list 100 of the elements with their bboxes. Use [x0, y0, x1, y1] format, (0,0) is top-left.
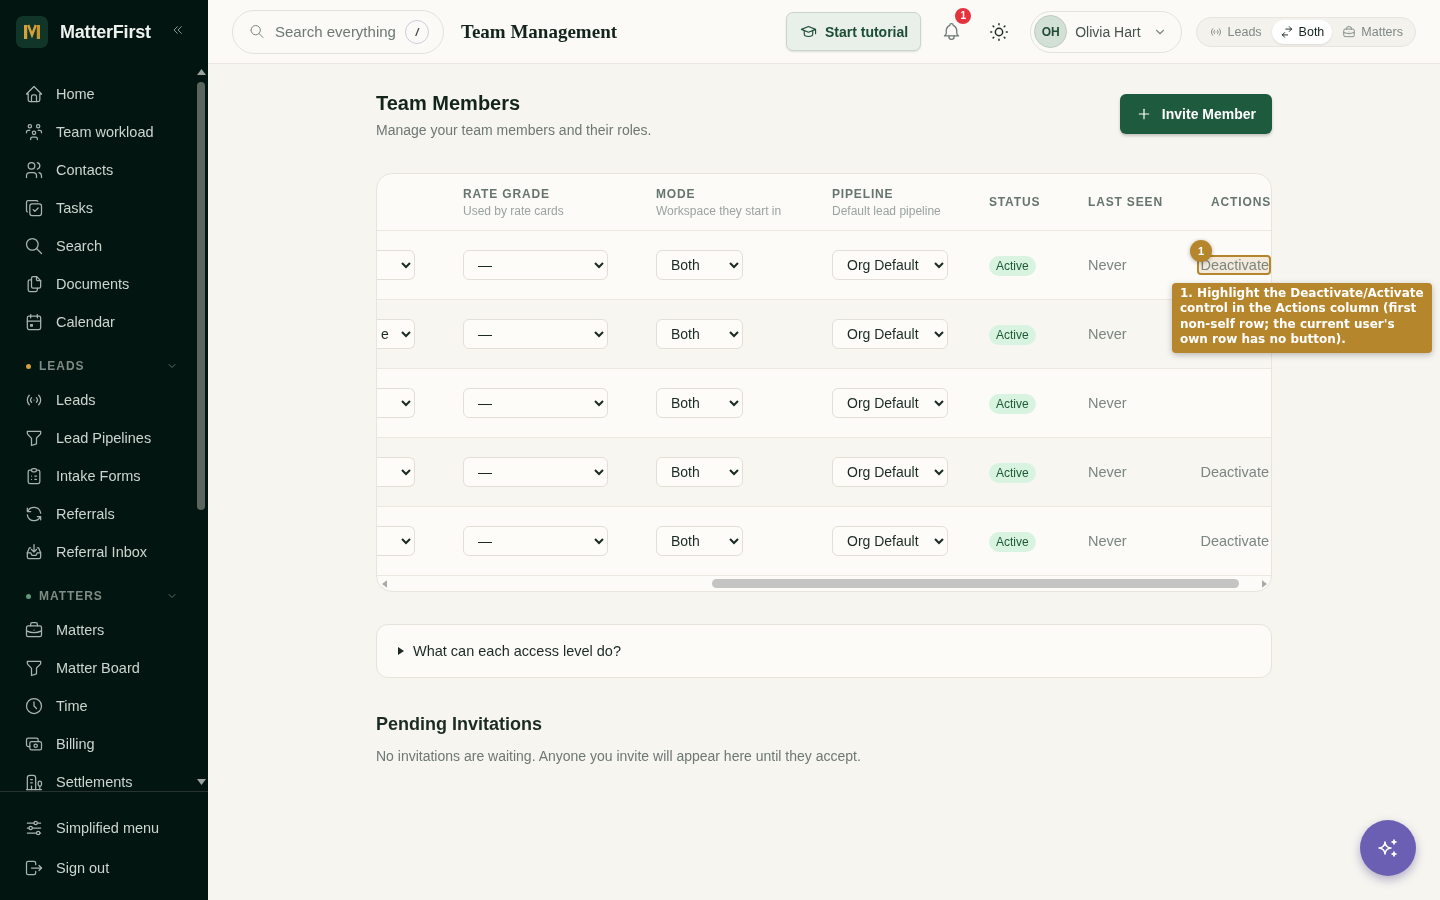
- pipeline-select[interactable]: Org Default: [832, 457, 948, 487]
- scroll-down-icon[interactable]: [196, 779, 206, 785]
- column-header: MODE: [656, 186, 696, 201]
- sidebar-link[interactable]: Referrals: [16, 495, 186, 533]
- rate-grade-select[interactable]: —: [463, 457, 608, 487]
- sun-icon[interactable]: [988, 20, 1011, 43]
- graduation-cap-icon: [799, 23, 817, 40]
- scroll-left-icon[interactable]: [382, 579, 387, 588]
- sidebar-link[interactable]: Matter Board: [16, 649, 186, 687]
- sidebar-link[interactable]: Tasks: [16, 189, 186, 227]
- sidebar-link[interactable]: Time: [16, 687, 186, 725]
- sidebar-link[interactable]: Matters: [16, 611, 186, 649]
- assistant-button[interactable]: [1360, 820, 1416, 876]
- column-header: LAST SEEN: [1088, 195, 1163, 209]
- pipeline-select[interactable]: Org Default: [832, 250, 948, 280]
- sidebar-link[interactable]: Billing: [16, 725, 186, 763]
- pipeline-select[interactable]: Org Default: [832, 319, 948, 349]
- deactivate-link[interactable]: Deactivate: [1197, 462, 1271, 482]
- search-icon: [249, 23, 265, 40]
- people-group-icon: [24, 122, 44, 142]
- last-seen-text: Never: [1088, 464, 1128, 480]
- sidebar-link[interactable]: Leads: [16, 381, 186, 419]
- swap-arrows-icon: [1279, 24, 1294, 39]
- search-input[interactable]: Search everything: [275, 23, 395, 40]
- section-title: Pending Invitations: [376, 713, 543, 735]
- sparkles-icon: [1376, 836, 1400, 860]
- mode-select[interactable]: Both: [656, 250, 743, 280]
- empty-state-text: No invitations are waiting. Anyone you invite will appear here until they accept.: [376, 747, 862, 766]
- page-title: Team Management: [461, 20, 618, 43]
- mode-tab[interactable]: Both: [1271, 19, 1333, 44]
- sidebar-link[interactable]: Referral Inbox: [16, 533, 186, 571]
- tutorial-tooltip: 1. Highlight the Deactivate/Activate control in the Actions column (first non-self row; the current user's own row has no button).: [1172, 283, 1432, 353]
- section-toggle[interactable]: LEADS: [22, 341, 182, 381]
- pipeline-select[interactable]: Org Default: [832, 526, 948, 556]
- funnel-icon: [24, 428, 44, 448]
- refresh-icon: [24, 504, 44, 524]
- column-subtitle: Workspace they start in: [656, 203, 782, 218]
- funnel-icon: [24, 658, 44, 678]
- start-tutorial-button[interactable]: Start tutorial: [785, 12, 922, 51]
- select-field[interactable]: [377, 250, 415, 280]
- logo-icon: [16, 16, 48, 48]
- sidebar-link[interactable]: Home: [16, 75, 186, 113]
- mode-select[interactable]: Both: [656, 319, 743, 349]
- column-header: ACTIONS: [1211, 195, 1271, 209]
- sidebar-link[interactable]: Team workload: [16, 113, 186, 151]
- sidebar-link[interactable]: Simplified menu: [16, 808, 200, 848]
- pipeline-select[interactable]: Org Default: [832, 388, 948, 418]
- sliders-icon: [24, 818, 44, 838]
- mode-select[interactable]: Both: [656, 457, 743, 487]
- scroll-up-icon[interactable]: [196, 69, 206, 75]
- rate-grade-select[interactable]: —: [463, 319, 608, 349]
- column-subtitle: Default lead pipeline: [832, 203, 941, 218]
- access-levels-toggle[interactable]: What can each access level do?: [376, 624, 1272, 678]
- section-toggle[interactable]: MATTERS: [22, 571, 182, 611]
- rate-grade-select[interactable]: —: [463, 388, 608, 418]
- status-pill: Active: [989, 325, 1036, 345]
- last-seen-text: Never: [1088, 257, 1128, 273]
- mode-select[interactable]: Both: [656, 526, 743, 556]
- sidebar-link[interactable]: Intake Forms: [16, 457, 186, 495]
- last-seen-text: Never: [1088, 395, 1128, 411]
- select-field[interactable]: [377, 526, 415, 556]
- sidebar-link[interactable]: Documents: [16, 265, 186, 303]
- sidebar-link[interactable]: Sign out: [16, 848, 200, 888]
- brand-name: MatterFirst: [60, 21, 151, 43]
- home-icon: [24, 84, 44, 104]
- scrollbar-thumb[interactable]: [197, 82, 205, 510]
- scrollbar-thumb[interactable]: [712, 579, 1239, 588]
- select-field[interactable]: e: [377, 319, 415, 349]
- last-seen-text: Never: [1088, 533, 1128, 549]
- column-header: RATE GRADE: [463, 186, 550, 201]
- invite-member-button[interactable]: Invite Member: [1119, 94, 1272, 134]
- deactivate-link[interactable]: Deactivate: [1197, 531, 1271, 551]
- sidebar-link[interactable]: Lead Pipelines: [16, 419, 186, 457]
- section-subtitle: Manage your team members and their roles.: [376, 121, 652, 140]
- briefcase-icon: [24, 620, 44, 640]
- status-pill: Active: [989, 394, 1036, 414]
- rate-grade-select[interactable]: —: [463, 526, 608, 556]
- column-header: PIPELINE: [832, 186, 894, 201]
- column-header: STATUS: [989, 195, 1041, 209]
- search-icon: [24, 236, 44, 256]
- select-field[interactable]: [377, 457, 415, 487]
- sign-out-icon: [24, 858, 44, 878]
- scroll-right-icon[interactable]: [1262, 579, 1267, 588]
- column-subtitle: Used by rate cards: [463, 203, 564, 218]
- sidebar-link[interactable]: Contacts: [16, 151, 186, 189]
- clock-icon: [24, 696, 44, 716]
- briefcase-icon: [1342, 24, 1357, 39]
- status-pill: Active: [989, 532, 1036, 552]
- people-icon: [24, 160, 44, 180]
- rate-grade-select[interactable]: —: [463, 250, 608, 280]
- select-field[interactable]: [377, 388, 415, 418]
- calendar-icon: [24, 312, 44, 332]
- status-pill: Active: [989, 256, 1036, 276]
- mode-select[interactable]: Both: [656, 388, 743, 418]
- status-pill: Active: [989, 463, 1036, 483]
- sidebar-link[interactable]: Search: [16, 227, 186, 265]
- notification-count: 1: [953, 5, 974, 26]
- sidebar-link[interactable]: Settlements: [16, 763, 186, 791]
- user-menu-button[interactable]: OH Olivia Hart: [1030, 10, 1182, 53]
- sidebar-link[interactable]: Calendar: [16, 303, 186, 341]
